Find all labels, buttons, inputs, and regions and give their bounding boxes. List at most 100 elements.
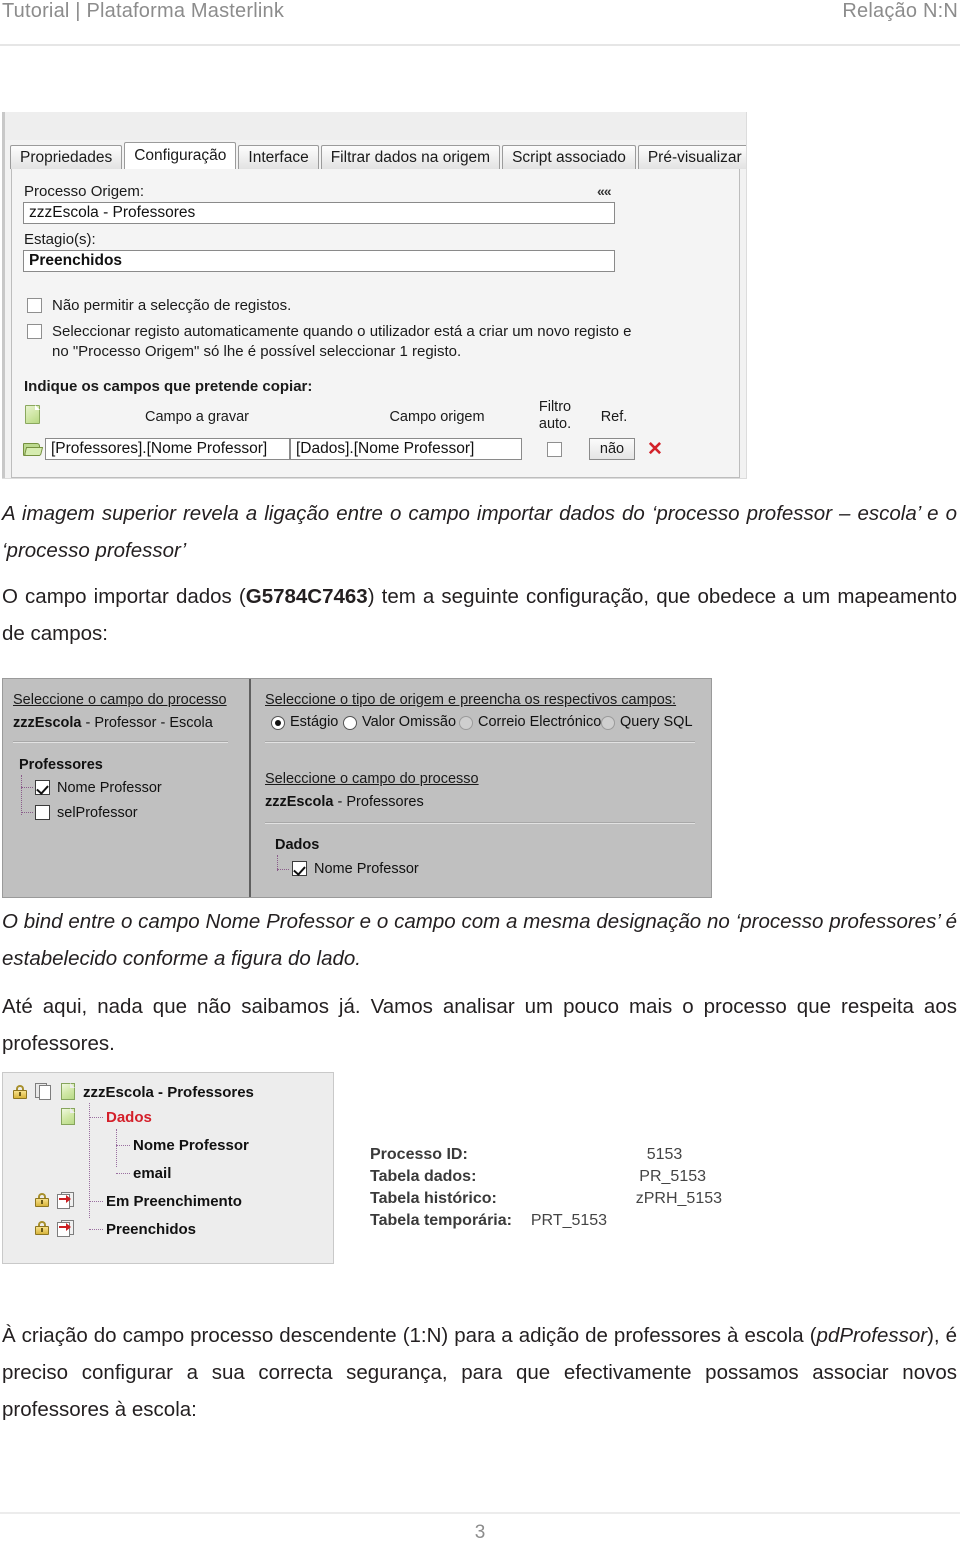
paragraph-5: À criação do campo processo descendente … xyxy=(2,1317,957,1428)
seleccionar-automatico-label-line1: Seleccionar registo automaticamente quan… xyxy=(52,323,632,340)
footer-divider xyxy=(0,1512,960,1514)
process-info-key-3: Tabela temporária: xyxy=(370,1212,512,1229)
tree-hline-em-preenchimento xyxy=(89,1201,103,1202)
paragraph-2-prefix: O campo importar dados ( xyxy=(2,585,246,608)
campo-a-gravar-input[interactable]: [Professores].[Nome Professor] xyxy=(45,438,290,460)
paragraph-2-code: G5784C7463 xyxy=(245,585,368,608)
radio-estagio-label: Estágio xyxy=(290,714,339,730)
tab-propriedades[interactable]: Propriedades xyxy=(10,145,123,169)
tab-previsualizar[interactable]: Pré-visualizar xyxy=(637,145,746,169)
tab-filtrar-dados[interactable]: Filtrar dados na origem xyxy=(320,145,501,169)
right-panel-process-rest: - Professores xyxy=(333,794,424,810)
field-mapping-screenshot: Seleccione o campo do processo zzzEscola… xyxy=(2,678,712,898)
radio-valor-omissao-label: Valor Omissão xyxy=(362,714,457,730)
document-header: Tutorial | Plataforma Masterlink Relação… xyxy=(0,0,960,42)
right-panel-sub-header: Seleccione o campo do processo xyxy=(265,771,479,787)
left-tree-vline xyxy=(21,775,22,815)
processo-origem-label: Processo Origem: xyxy=(24,183,145,200)
stage-pages-icon-em-preenchimento xyxy=(57,1192,75,1209)
radio-estagio[interactable] xyxy=(271,716,285,730)
panel-divider xyxy=(249,679,251,897)
process-info-key-2: Tabela histórico: xyxy=(370,1190,497,1207)
processo-origem-input[interactable]: zzzEscola - Professores xyxy=(23,202,615,224)
paragraph-4: Até aqui, nada que não saibamos já. Vamo… xyxy=(2,995,957,1055)
right-panel-process-value: zzzEscola - Professores xyxy=(265,794,424,810)
tree-node-dados[interactable]: Dados xyxy=(106,1109,152,1126)
left-field-selprofessor-checkbox[interactable] xyxy=(35,805,50,820)
delete-row-icon[interactable]: ✕ xyxy=(647,440,663,459)
left-panel-group-label: Professores xyxy=(19,757,103,773)
right-field-nome-professor-checkbox[interactable] xyxy=(292,861,307,876)
process-info-value-0: 5153 xyxy=(646,1146,683,1163)
left-tree-tick-2 xyxy=(21,812,33,813)
process-info-value-2: zPRH_5153 xyxy=(635,1190,723,1207)
lock-icon-root xyxy=(13,1085,27,1099)
tree-root-label[interactable]: zzzEscola - Professores xyxy=(83,1084,254,1101)
tree-hline-email xyxy=(116,1173,130,1174)
campo-origem-input[interactable]: [Dados].[Nome Professor] xyxy=(290,438,522,460)
tree-vline-dados-children xyxy=(116,1129,117,1167)
tree-node-em-preenchimento[interactable]: Em Preenchimento xyxy=(106,1193,242,1210)
configuracao-panel: Processo Origem: «« zzzEscola - Professo… xyxy=(11,169,740,478)
tree-hline-preenchidos xyxy=(89,1229,103,1230)
nao-permitir-seleccao-label: Não permitir a selecção de registos. xyxy=(52,297,292,314)
paragraph-2: O campo importar dados (G5784C7463) tem … xyxy=(2,578,957,652)
paragraph-5-code: pdProfessor xyxy=(816,1324,928,1347)
tree-node-nome-professor[interactable]: Nome Professor xyxy=(133,1137,249,1154)
paragraph-1: A imagem superior revela a ligação entre… xyxy=(2,502,957,562)
header-right-title: Relação N:N xyxy=(842,0,958,22)
green-page-icon-dados xyxy=(61,1108,75,1125)
right-panel-rule-2 xyxy=(265,822,695,824)
column-header-campo-origem: Campo origem xyxy=(389,409,485,425)
dialog-top-strip xyxy=(2,112,746,140)
page-number: 3 xyxy=(474,1522,486,1543)
lock-icon-preenchidos xyxy=(35,1221,49,1235)
estagios-label: Estagio(s): xyxy=(24,231,96,248)
process-info-value-3: PRT_5153 xyxy=(530,1212,608,1229)
radio-correio-electronico[interactable] xyxy=(459,716,473,730)
right-field-nome-professor-label: Nome Professor xyxy=(314,861,419,877)
document-page-icon xyxy=(25,405,40,424)
header-left-title: Tutorial | Plataforma Masterlink xyxy=(2,0,285,22)
tree-node-email[interactable]: email xyxy=(133,1165,171,1182)
left-field-nome-professor-checkbox[interactable] xyxy=(35,780,50,795)
tree-node-preenchidos[interactable]: Preenchidos xyxy=(106,1221,196,1238)
lock-icon-em-preenchimento xyxy=(35,1193,49,1207)
process-info-key-0: Processo ID: xyxy=(370,1146,468,1163)
process-info-value-1: PR_5153 xyxy=(639,1168,707,1185)
left-panel-process-bold: zzzEscola xyxy=(13,715,82,731)
column-header-ref: Ref. xyxy=(600,409,628,425)
process-info-key-1: Tabela dados: xyxy=(370,1168,477,1185)
estagios-input[interactable]: Preenchidos xyxy=(23,250,615,272)
tab-script[interactable]: Script associado xyxy=(502,145,636,169)
collapse-chevrons-icon[interactable]: «« xyxy=(597,183,612,199)
configuracao-dialog-screenshot: Propriedades Configuração Interface Filt… xyxy=(2,112,747,479)
process-tree-screenshot: zzzEscola - Professores Dados Nome Profe… xyxy=(2,1072,334,1264)
pages-stack-icon xyxy=(35,1083,52,1100)
ref-toggle-button[interactable]: não xyxy=(589,438,635,460)
nao-permitir-seleccao-checkbox[interactable] xyxy=(27,298,42,313)
right-panel-rule-1 xyxy=(265,741,695,743)
radio-query-sql[interactable] xyxy=(601,716,615,730)
tab-interface[interactable]: Interface xyxy=(238,145,319,169)
tab-configuracao[interactable]: Configuração xyxy=(124,142,237,169)
radio-query-sql-label: Query SQL xyxy=(620,714,693,730)
radio-correio-electronico-label: Correio Electrónico xyxy=(478,714,602,730)
right-panel-header: Seleccione o tipo de origem e preencha o… xyxy=(265,692,677,708)
radio-valor-omissao[interactable] xyxy=(343,716,357,730)
filtro-auto-checkbox[interactable] xyxy=(547,442,562,457)
right-panel-group-label: Dados xyxy=(275,837,320,853)
seleccionar-automatico-label-line2: no "Processo Origem" só lhe é possível s… xyxy=(52,343,462,360)
left-panel-header: Seleccione o campo do processo xyxy=(13,692,227,708)
open-folder-icon[interactable] xyxy=(23,441,44,457)
column-header-filtro-auto-line2: auto. xyxy=(538,416,572,432)
left-tree-tick-1 xyxy=(21,787,33,788)
seleccionar-automatico-checkbox[interactable] xyxy=(27,324,42,339)
paragraph-5-prefix: À criação do campo processo descendente … xyxy=(2,1324,817,1347)
right-tree-tick-1 xyxy=(277,869,289,870)
green-page-icon-root xyxy=(61,1083,75,1100)
right-panel-process-bold: zzzEscola xyxy=(265,794,334,810)
left-panel-process-value: zzzEscola - Professor - Escola xyxy=(13,715,213,731)
tree-hline-dados xyxy=(89,1117,103,1118)
left-panel-rule xyxy=(13,741,228,743)
